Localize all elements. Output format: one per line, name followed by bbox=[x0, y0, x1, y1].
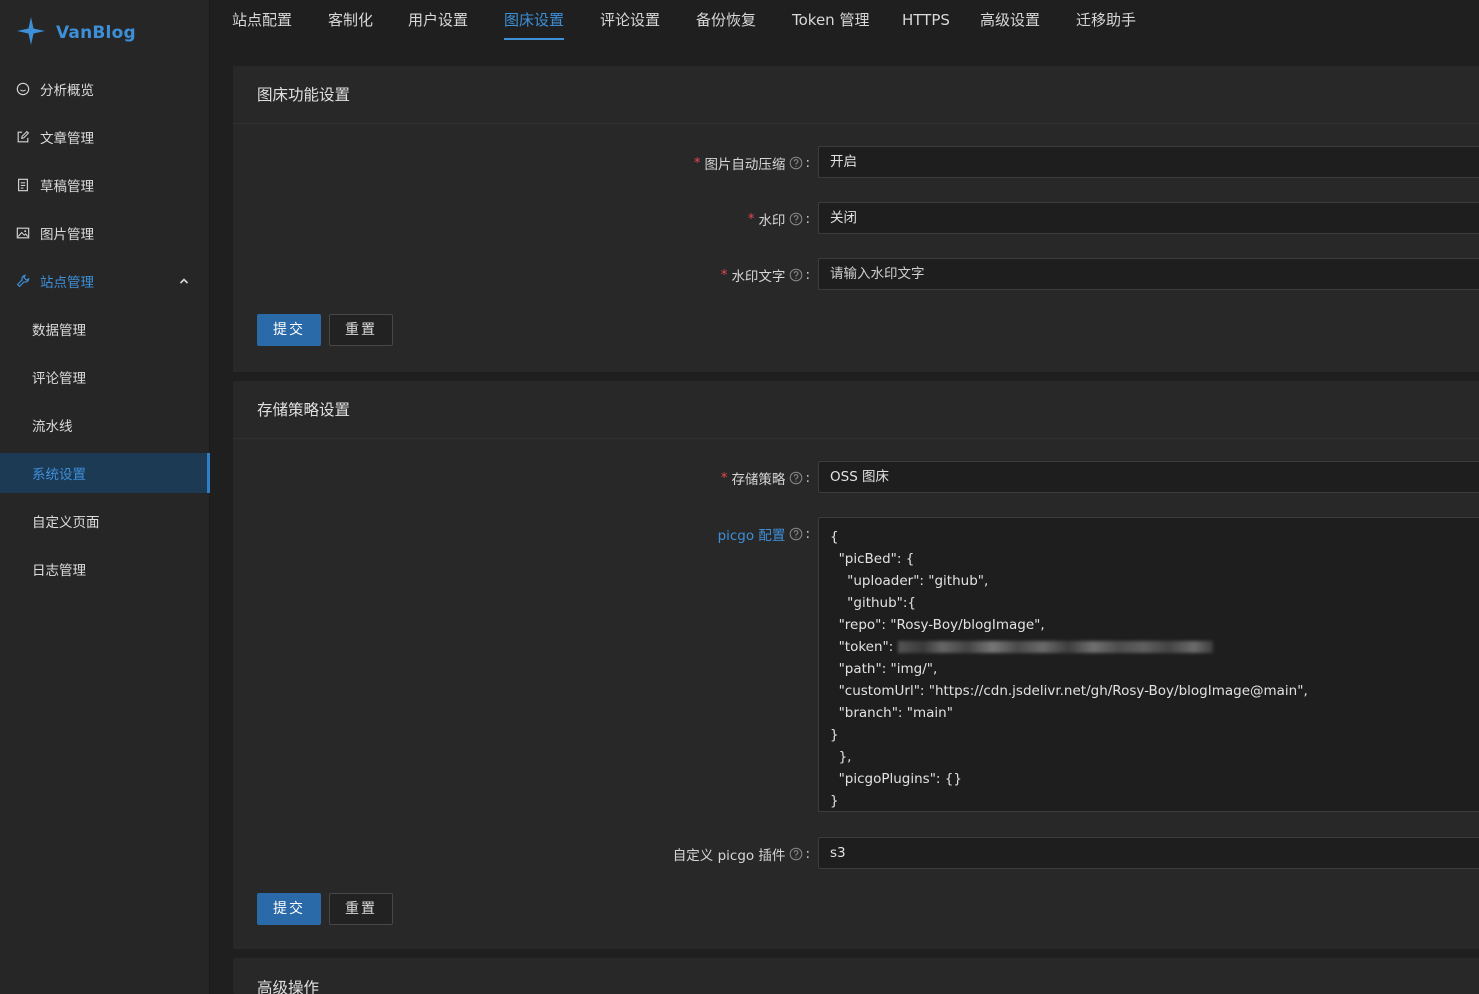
card-title: 高级操作 bbox=[257, 979, 320, 994]
tab-https[interactable]: HTTPS bbox=[902, 0, 950, 40]
tab-user-settings[interactable]: 用户设置 bbox=[408, 0, 468, 40]
dashboard-icon bbox=[15, 81, 31, 97]
question-circle-icon[interactable] bbox=[789, 527, 803, 541]
tab-advanced-settings[interactable]: 高级设置 bbox=[980, 0, 1040, 40]
tab-comment-settings[interactable]: 评论设置 bbox=[600, 0, 660, 40]
redacted-token bbox=[897, 641, 1213, 653]
sidebar-item-label: 分析概览 bbox=[40, 83, 94, 99]
code-line: "repo": "Rosy-Boy/blogImage", bbox=[830, 617, 1045, 633]
image-icon bbox=[15, 225, 31, 241]
sidebar-item-comment-management[interactable]: 评论管理 bbox=[0, 357, 210, 397]
required-mark: * bbox=[720, 470, 728, 486]
sidebar-item-label: 日志管理 bbox=[32, 563, 86, 579]
sidebar-item-pipeline[interactable]: 流水线 bbox=[0, 405, 210, 445]
code-line: "uploader": "github", bbox=[830, 573, 989, 589]
image-bed-settings-card: 图床功能设置 * 图片自动压缩 : 开启 * 水印 : 关闭 * 水印文字 : … bbox=[233, 66, 1479, 372]
required-mark: * bbox=[720, 267, 728, 283]
reset-button[interactable]: 重置 bbox=[329, 314, 393, 346]
sidebar-item-data-management[interactable]: 数据管理 bbox=[0, 309, 210, 349]
code-line: } bbox=[830, 727, 839, 743]
vanblog-logo-icon bbox=[16, 16, 46, 50]
question-circle-icon[interactable] bbox=[789, 471, 803, 485]
card-title: 图床功能设置 bbox=[233, 66, 1479, 124]
watermark-text-label: * 水印文字 : bbox=[720, 267, 810, 285]
picgo-plugin-label: 自定义 picgo 插件 : bbox=[672, 846, 810, 864]
question-circle-icon[interactable] bbox=[789, 212, 803, 226]
question-circle-icon[interactable] bbox=[789, 156, 803, 170]
submit-button[interactable]: 提交 bbox=[257, 893, 321, 925]
code-line: "path": "img/", bbox=[830, 661, 938, 677]
code-line: } bbox=[830, 793, 839, 809]
watermark-label: * 水印 : bbox=[747, 211, 810, 229]
sidebar-item-images[interactable]: 图片管理 bbox=[0, 213, 210, 253]
sidebar-item-analysis[interactable]: 分析概览 bbox=[0, 69, 210, 109]
tab-site-config[interactable]: 站点配置 bbox=[232, 0, 292, 40]
sidebar-item-label: 评论管理 bbox=[32, 371, 86, 387]
sidebar-item-label: 自定义页面 bbox=[32, 515, 100, 531]
code-line: "customUrl": "https://cdn.jsdelivr.net/g… bbox=[830, 683, 1308, 699]
tool-icon bbox=[15, 273, 31, 289]
advanced-operations-card: 高级操作 bbox=[233, 958, 1479, 994]
field-label-text: 存储策略 bbox=[731, 472, 786, 488]
storage-strategy-card: 存储策略设置 * 存储策略 : OSS 图床 picgo 配置 : { "pic… bbox=[233, 381, 1479, 949]
sidebar-item-label: 站点管理 bbox=[40, 275, 94, 291]
code-line: "github":{ bbox=[830, 595, 917, 611]
submit-button[interactable]: 提交 bbox=[257, 314, 321, 346]
code-line: "picBed": { bbox=[830, 551, 915, 567]
sidebar-item-drafts[interactable]: 草稿管理 bbox=[0, 165, 210, 205]
brand[interactable]: VanBlog bbox=[16, 16, 136, 50]
sidebar-item-logs[interactable]: 日志管理 bbox=[0, 549, 210, 589]
sidebar-item-custom-pages[interactable]: 自定义页面 bbox=[0, 501, 210, 541]
tab-image-bed-settings[interactable]: 图床设置 bbox=[504, 0, 565, 40]
field-label-text: 水印文字 bbox=[731, 269, 786, 285]
code-line-token: "token": bbox=[830, 636, 1479, 658]
picgo-config-textarea[interactable]: { "picBed": { "uploader": "github", "git… bbox=[818, 517, 1479, 812]
tab-token-management[interactable]: Token 管理 bbox=[792, 0, 869, 40]
card-title: 存储策略设置 bbox=[233, 381, 1479, 439]
compress-label: * 图片自动压缩 : bbox=[693, 155, 810, 173]
tab-customization[interactable]: 客制化 bbox=[328, 0, 373, 40]
code-line: }, bbox=[830, 749, 852, 765]
settings-tabs: 站点配置 客制化 用户设置 图床设置 评论设置 备份恢复 Token 管理 HT… bbox=[211, 0, 1479, 40]
sidebar-item-system-settings[interactable]: 系统设置 bbox=[0, 453, 210, 493]
chevron-up-icon[interactable] bbox=[178, 275, 190, 287]
sidebar-item-articles[interactable]: 文章管理 bbox=[0, 117, 210, 157]
code-line: "token": bbox=[830, 639, 898, 655]
sidebar: VanBlog 分析概览 文章管理 草稿管理 图片管理 站点管理 数据管理 评论… bbox=[0, 0, 210, 994]
field-label-text[interactable]: picgo 配置 bbox=[718, 524, 786, 544]
field-label-text: 图片自动压缩 bbox=[704, 157, 786, 173]
draft-icon bbox=[15, 177, 31, 193]
field-label-text: 水印 bbox=[758, 213, 786, 229]
tab-migration-assistant[interactable]: 迁移助手 bbox=[1076, 0, 1136, 40]
tab-backup-restore[interactable]: 备份恢复 bbox=[696, 0, 756, 40]
watermark-select[interactable]: 关闭 bbox=[818, 202, 1479, 234]
brand-name: VanBlog bbox=[56, 23, 136, 43]
edit-icon bbox=[15, 129, 31, 145]
sidebar-item-label: 流水线 bbox=[32, 419, 73, 435]
compress-select[interactable]: 开启 bbox=[818, 146, 1479, 178]
required-mark: * bbox=[693, 155, 701, 171]
sidebar-item-site-management[interactable]: 站点管理 bbox=[0, 261, 210, 301]
sidebar-item-label: 系统设置 bbox=[32, 467, 86, 483]
code-line: "branch": "main" bbox=[830, 705, 953, 721]
sidebar-item-label: 数据管理 bbox=[32, 323, 86, 339]
storage-strategy-select[interactable]: OSS 图床 bbox=[818, 461, 1479, 493]
question-circle-icon[interactable] bbox=[789, 847, 803, 861]
picgo-plugin-input[interactable]: s3 bbox=[818, 837, 1479, 869]
code-line: "picgoPlugins": {} bbox=[830, 771, 962, 787]
code-line: { bbox=[830, 529, 839, 545]
sidebar-item-label: 文章管理 bbox=[40, 131, 94, 147]
field-label-text: 自定义 picgo 插件 bbox=[672, 848, 786, 864]
required-mark: * bbox=[747, 211, 755, 227]
question-circle-icon[interactable] bbox=[789, 268, 803, 282]
storage-strategy-label: * 存储策略 : bbox=[720, 470, 810, 488]
reset-button[interactable]: 重置 bbox=[329, 893, 393, 925]
watermark-text-input[interactable]: 请输入水印文字 bbox=[818, 258, 1479, 290]
picgo-config-label: picgo 配置 : bbox=[717, 524, 810, 544]
sidebar-item-label: 图片管理 bbox=[40, 227, 94, 243]
sidebar-item-label: 草稿管理 bbox=[40, 179, 94, 195]
